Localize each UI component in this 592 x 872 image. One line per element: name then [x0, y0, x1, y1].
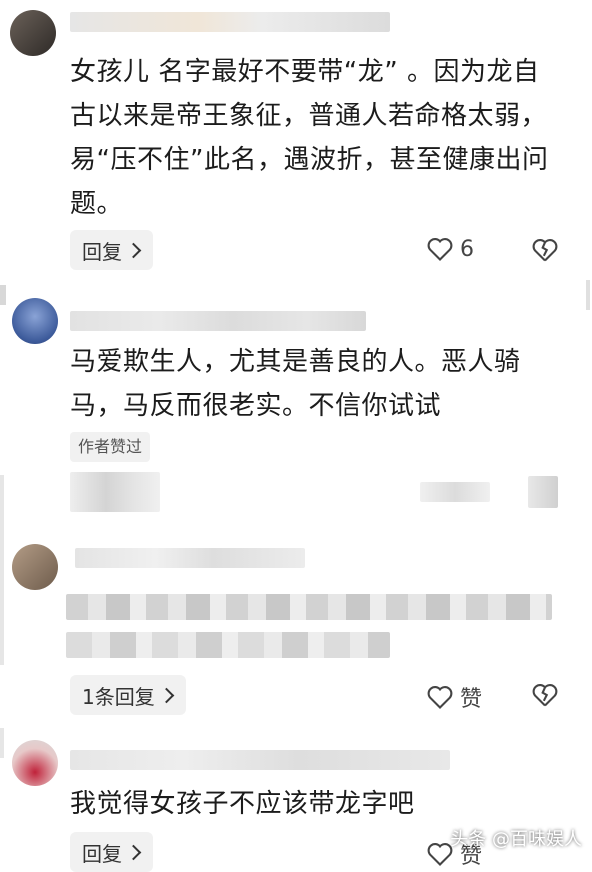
blurred-username — [75, 548, 305, 568]
reply-button[interactable]: 回复 — [70, 230, 153, 270]
blurred-reply-pill — [70, 472, 160, 512]
like-count: 6 — [460, 236, 474, 262]
blurred-username — [70, 311, 366, 331]
chevron-right-icon — [125, 844, 142, 860]
reply-button[interactable]: 回复 — [70, 832, 153, 872]
reply-label: 1条回复 — [82, 684, 155, 709]
chevron-right-icon — [125, 242, 142, 258]
blurred-username — [70, 750, 450, 770]
divider — [0, 285, 6, 305]
avatar[interactable] — [12, 740, 58, 786]
blurred-username — [70, 12, 390, 32]
reply-label: 回复 — [82, 239, 122, 264]
blurred-like — [420, 482, 490, 502]
blurred-dislike — [528, 476, 558, 508]
like-button[interactable]: 赞 — [426, 681, 482, 713]
broken-heart-icon[interactable] — [531, 682, 559, 708]
chevron-right-icon — [158, 687, 175, 703]
blurred-comment-line — [66, 632, 390, 658]
comment-text: 我觉得女孩子不应该带龙字吧 — [70, 789, 415, 819]
comment-text: 女孩儿 名字最好不要带“龙” 。因为龙自古以来是帝王象征，普通人若命格太弱，易“… — [70, 57, 549, 219]
blurred-comment-line — [66, 594, 552, 620]
avatar[interactable] — [10, 10, 56, 56]
like-label: 赞 — [460, 687, 483, 712]
divider — [0, 475, 4, 665]
scrollbar[interactable] — [586, 280, 590, 310]
avatar[interactable] — [12, 544, 58, 590]
comment-text: 马爱欺生人，尤其是善良的人。恶人骑马，马反而很老实。不信你试试 — [70, 347, 521, 421]
like-button[interactable]: 6 — [426, 236, 474, 262]
reply-button[interactable]: 1条回复 — [70, 675, 186, 715]
broken-heart-icon[interactable] — [531, 237, 559, 263]
heart-icon — [427, 238, 453, 261]
avatar[interactable] — [12, 298, 58, 344]
watermark: 头条 @百味娱人 — [450, 829, 582, 850]
heart-icon — [427, 686, 453, 709]
reply-label: 回复 — [82, 841, 122, 866]
author-liked-badge: 作者赞过 — [70, 432, 151, 462]
divider — [0, 728, 4, 758]
